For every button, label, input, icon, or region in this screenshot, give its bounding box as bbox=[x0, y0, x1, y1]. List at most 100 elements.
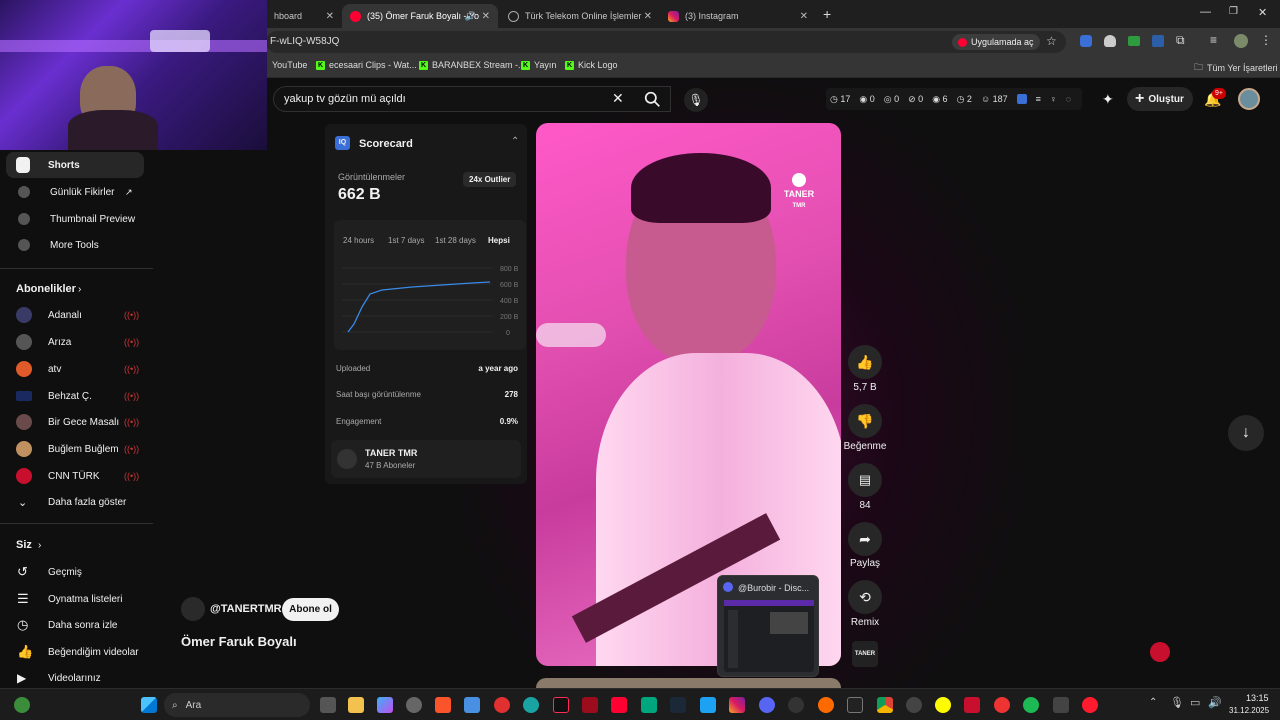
next-short-button[interactable]: ↓ bbox=[1228, 415, 1264, 451]
task-view-icon[interactable] bbox=[320, 697, 336, 713]
media-icon[interactable] bbox=[494, 697, 510, 713]
widgets-icon[interactable] bbox=[14, 697, 30, 713]
settings-icon[interactable] bbox=[406, 697, 422, 713]
maximize-button[interactable]: ❐ bbox=[1229, 6, 1238, 17]
opera-icon[interactable] bbox=[1082, 697, 1098, 713]
create-button[interactable]: + Oluştur bbox=[1127, 87, 1193, 111]
sidebar-item-history[interactable]: ↺ Geçmiş bbox=[0, 559, 150, 585]
store-icon[interactable] bbox=[464, 697, 480, 713]
spotify-icon[interactable] bbox=[1023, 697, 1039, 713]
taskbar-preview-popup[interactable]: @Burobir - Disc... bbox=[717, 575, 819, 677]
shield-icon[interactable] bbox=[1104, 35, 1116, 47]
taskbar-search[interactable]: ⌕ Ara bbox=[164, 693, 310, 717]
bulb-icon[interactable]: ♀ bbox=[1050, 94, 1057, 104]
you-header[interactable]: Siz › bbox=[0, 532, 150, 558]
chevron-up-icon[interactable]: ⌃ bbox=[511, 136, 519, 147]
chatgpt-icon[interactable] bbox=[641, 697, 657, 713]
volume-icon[interactable]: 🔊 bbox=[1208, 696, 1222, 709]
new-tab-button[interactable]: + bbox=[823, 6, 831, 22]
clock-date[interactable]: 31.12.2025 bbox=[1229, 706, 1269, 715]
subscription-item[interactable]: Buğlem Buğlem ((•)) bbox=[0, 436, 150, 462]
sidebar-item-watch-later[interactable]: ◷ Daha sonra izle bbox=[0, 612, 150, 638]
range-tab[interactable]: 1st 28 days bbox=[435, 236, 476, 245]
windows-start-icon[interactable] bbox=[141, 697, 157, 713]
youtube-icon[interactable] bbox=[611, 697, 627, 713]
clock-time[interactable]: 13:15 bbox=[1246, 693, 1269, 703]
window-close-button[interactable]: ✕ bbox=[1258, 6, 1267, 19]
media-control-icon[interactable]: ≡ bbox=[1210, 33, 1217, 47]
file-explorer-icon[interactable] bbox=[348, 697, 364, 713]
app-icon[interactable] bbox=[906, 697, 922, 713]
chevron-up-icon[interactable]: ⌃ bbox=[1149, 697, 1157, 708]
all-bookmarks-button[interactable]: 🗀 Tüm Yer İşaretleri bbox=[1194, 60, 1278, 76]
open-in-app-button[interactable]: Uygulamada aç bbox=[952, 34, 1040, 50]
floating-extension-icon[interactable] bbox=[1150, 642, 1170, 662]
tab-youtube[interactable]: (35) Ömer Faruk Boyalı - Yo 🔊 ✕ bbox=[342, 4, 498, 28]
app-icon[interactable] bbox=[1053, 697, 1069, 713]
sidebar-item-liked-videos[interactable]: 👍 Beğendiğim videolar bbox=[0, 639, 150, 665]
list-icon[interactable]: ≡ bbox=[1036, 94, 1041, 104]
sidebar-item-shorts[interactable]: Shorts bbox=[6, 152, 144, 178]
bookmark-ecesaari[interactable]: Kecesaari Clips - Wat... bbox=[316, 60, 417, 70]
bookmark-kick-logo[interactable]: K Kick Logo bbox=[565, 60, 618, 70]
steam-icon[interactable] bbox=[670, 697, 686, 713]
range-tab[interactable]: 24 hours bbox=[343, 236, 374, 245]
vidiq-icon[interactable] bbox=[1016, 94, 1027, 104]
bookmark-youtube[interactable]: YouTube bbox=[272, 60, 307, 70]
minimize-button[interactable]: — bbox=[1200, 6, 1211, 18]
yandex-icon[interactable] bbox=[994, 697, 1010, 713]
subscribe-button[interactable]: Abone ol bbox=[282, 598, 339, 621]
channel-handle[interactable]: @TANERTMR bbox=[210, 603, 282, 615]
brave-icon[interactable] bbox=[435, 697, 451, 713]
show-more-button[interactable]: ⌄ Daha fazla göster bbox=[0, 489, 150, 515]
tab-turk-telekom[interactable]: Türk Telekom Online İşlemler ✕ bbox=[500, 4, 660, 28]
chrome-icon[interactable] bbox=[877, 697, 893, 713]
tiktok-icon[interactable] bbox=[553, 697, 569, 713]
range-tab[interactable]: 1st 7 days bbox=[388, 236, 424, 245]
extension-icon[interactable] bbox=[1080, 35, 1092, 47]
star-icon[interactable]: ☆ bbox=[1046, 34, 1057, 48]
tab-dashboard[interactable]: hboard ✕ bbox=[266, 4, 342, 28]
subscription-item[interactable]: Behzat Ç. ((•)) bbox=[0, 383, 150, 409]
tab-instagram[interactable]: (3) Instagram ✕ bbox=[660, 4, 816, 28]
soundcloud-icon[interactable] bbox=[818, 697, 834, 713]
snapchat-icon[interactable] bbox=[935, 697, 951, 713]
subscription-item[interactable]: atv ((•)) bbox=[0, 356, 150, 382]
chat-icon[interactable]: ◌ bbox=[1066, 94, 1071, 104]
search-icon[interactable] bbox=[644, 91, 661, 108]
sidebar-item-more-tools[interactable]: More Tools bbox=[0, 232, 150, 258]
mic-icon[interactable]: 🎙 bbox=[684, 88, 708, 112]
channel-avatar[interactable] bbox=[181, 597, 205, 621]
speaker-icon[interactable]: 🔊 bbox=[465, 11, 476, 22]
instagram-icon[interactable] bbox=[729, 697, 745, 713]
close-icon[interactable]: ✕ bbox=[326, 11, 334, 22]
subscription-item[interactable]: Bir Gece Masalı ((•)) bbox=[0, 409, 150, 435]
omnibox[interactable]: F-wLIQ-W58JQ Uygulamada aç ☆ bbox=[266, 31, 1066, 53]
sidebar-item-gunluk-fikirler[interactable]: Günlük Fikirler ↗ bbox=[0, 179, 150, 205]
remix-button[interactable]: ⟲ bbox=[848, 580, 882, 614]
clear-icon[interactable]: ✕ bbox=[612, 90, 624, 107]
twitter-icon[interactable] bbox=[700, 697, 716, 713]
share-button[interactable]: ➦ bbox=[848, 522, 882, 556]
discord-icon[interactable] bbox=[759, 697, 775, 713]
edge-icon[interactable] bbox=[523, 697, 539, 713]
subscriptions-header[interactable]: Abonelikler › bbox=[0, 276, 150, 302]
sound-avatar[interactable]: TANER bbox=[852, 641, 878, 667]
sidebar-item-playlists[interactable]: ☰ Oynatma listeleri bbox=[0, 586, 150, 612]
account-avatar[interactable] bbox=[1238, 88, 1260, 110]
close-icon[interactable]: ✕ bbox=[800, 11, 808, 22]
close-icon[interactable]: ✕ bbox=[644, 11, 652, 22]
subscription-item[interactable]: CNN TÜRK ((•)) bbox=[0, 463, 150, 489]
range-tab-active[interactable]: Hepsi bbox=[488, 236, 510, 245]
puzzle-icon[interactable]: ⧉ bbox=[1176, 33, 1185, 48]
dislike-button[interactable]: 👎 bbox=[848, 404, 882, 438]
extension-icon[interactable] bbox=[1152, 35, 1164, 47]
profile-avatar[interactable] bbox=[1234, 34, 1248, 48]
speedometer-icon[interactable] bbox=[788, 697, 804, 713]
search-box[interactable]: yakup tv gözün mü açıldı ✕ bbox=[273, 86, 671, 112]
bookmark-baranbex[interactable]: K BARANBEX Stream -... bbox=[419, 60, 526, 70]
sidebar-item-thumbnail-preview[interactable]: Thumbnail Preview bbox=[0, 206, 150, 232]
copilot-icon[interactable] bbox=[377, 697, 393, 713]
monitor-icon[interactable]: ▭ bbox=[1190, 696, 1200, 709]
subscription-item[interactable]: Arıza ((•)) bbox=[0, 329, 150, 355]
